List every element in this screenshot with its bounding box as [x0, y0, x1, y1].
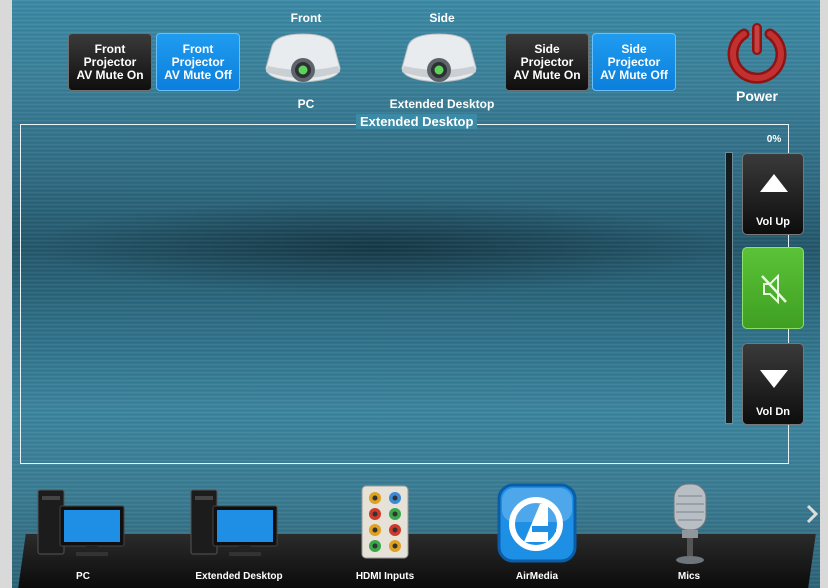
volume-down-label: Vol Dn: [755, 406, 790, 418]
side-projector-av-mute-off-button[interactable]: Side Projector AV Mute Off: [592, 33, 676, 91]
side-projector-av-mute-on-button[interactable]: Side Projector AV Mute On: [505, 33, 589, 91]
side-projector-icon[interactable]: [398, 28, 480, 92]
source-extended-desktop-label: Extended Desktop: [195, 571, 283, 582]
front-projector-title: Front: [290, 11, 322, 25]
source-mics-label: Mics: [677, 571, 701, 582]
source-hdmi-inputs-button[interactable]: HDMI Inputs: [330, 480, 440, 588]
volume-mute-button[interactable]: [742, 247, 804, 329]
source-pc-label: PC: [76, 571, 90, 582]
power-icon[interactable]: [724, 20, 790, 86]
front-projector-icon[interactable]: [262, 28, 344, 92]
front-projector-av-mute-on-button[interactable]: Front Projector AV Mute On: [68, 33, 152, 91]
volume-up-button[interactable]: Vol Up: [742, 153, 804, 235]
side-projector-source: Extended Desktop: [389, 97, 495, 111]
front-projector-source: PC: [297, 97, 315, 111]
chevron-right-icon[interactable]: [806, 504, 818, 524]
volume-level-bar: [725, 152, 733, 424]
display-preview-title: Extended Desktop: [356, 114, 478, 129]
microphone-icon: [673, 483, 707, 564]
front-projector-av-mute-off-button[interactable]: Front Projector AV Mute Off: [156, 33, 240, 91]
speaker-muted-icon: [761, 273, 787, 305]
source-extended-desktop-button[interactable]: Extended Desktop: [177, 480, 301, 588]
desktop-computer-icon: [190, 489, 278, 556]
side-projector-title: Side: [429, 11, 455, 25]
desktop-computer-icon: [37, 489, 125, 556]
hdmi-jacks-icon: [361, 485, 409, 559]
power-label: Power: [735, 88, 778, 104]
control-panel-screen: Front Projector AV Mute On Front Project…: [12, 0, 820, 588]
volume-level-text: 0%: [766, 134, 782, 145]
arrow-up-icon: [760, 174, 788, 192]
volume-down-button[interactable]: Vol Dn: [742, 343, 804, 425]
source-hdmi-inputs-label: HDMI Inputs: [355, 571, 415, 582]
arrow-down-icon: [760, 370, 788, 388]
airmedia-icon: [497, 483, 577, 563]
volume-up-label: Vol Up: [755, 216, 790, 228]
source-airmedia-label: AirMedia: [515, 571, 559, 582]
display-preview-frame: [20, 124, 789, 464]
source-airmedia-button[interactable]: AirMedia: [482, 480, 592, 588]
source-mics-button[interactable]: Mics: [634, 480, 744, 588]
source-pc-button[interactable]: PC: [28, 480, 138, 588]
